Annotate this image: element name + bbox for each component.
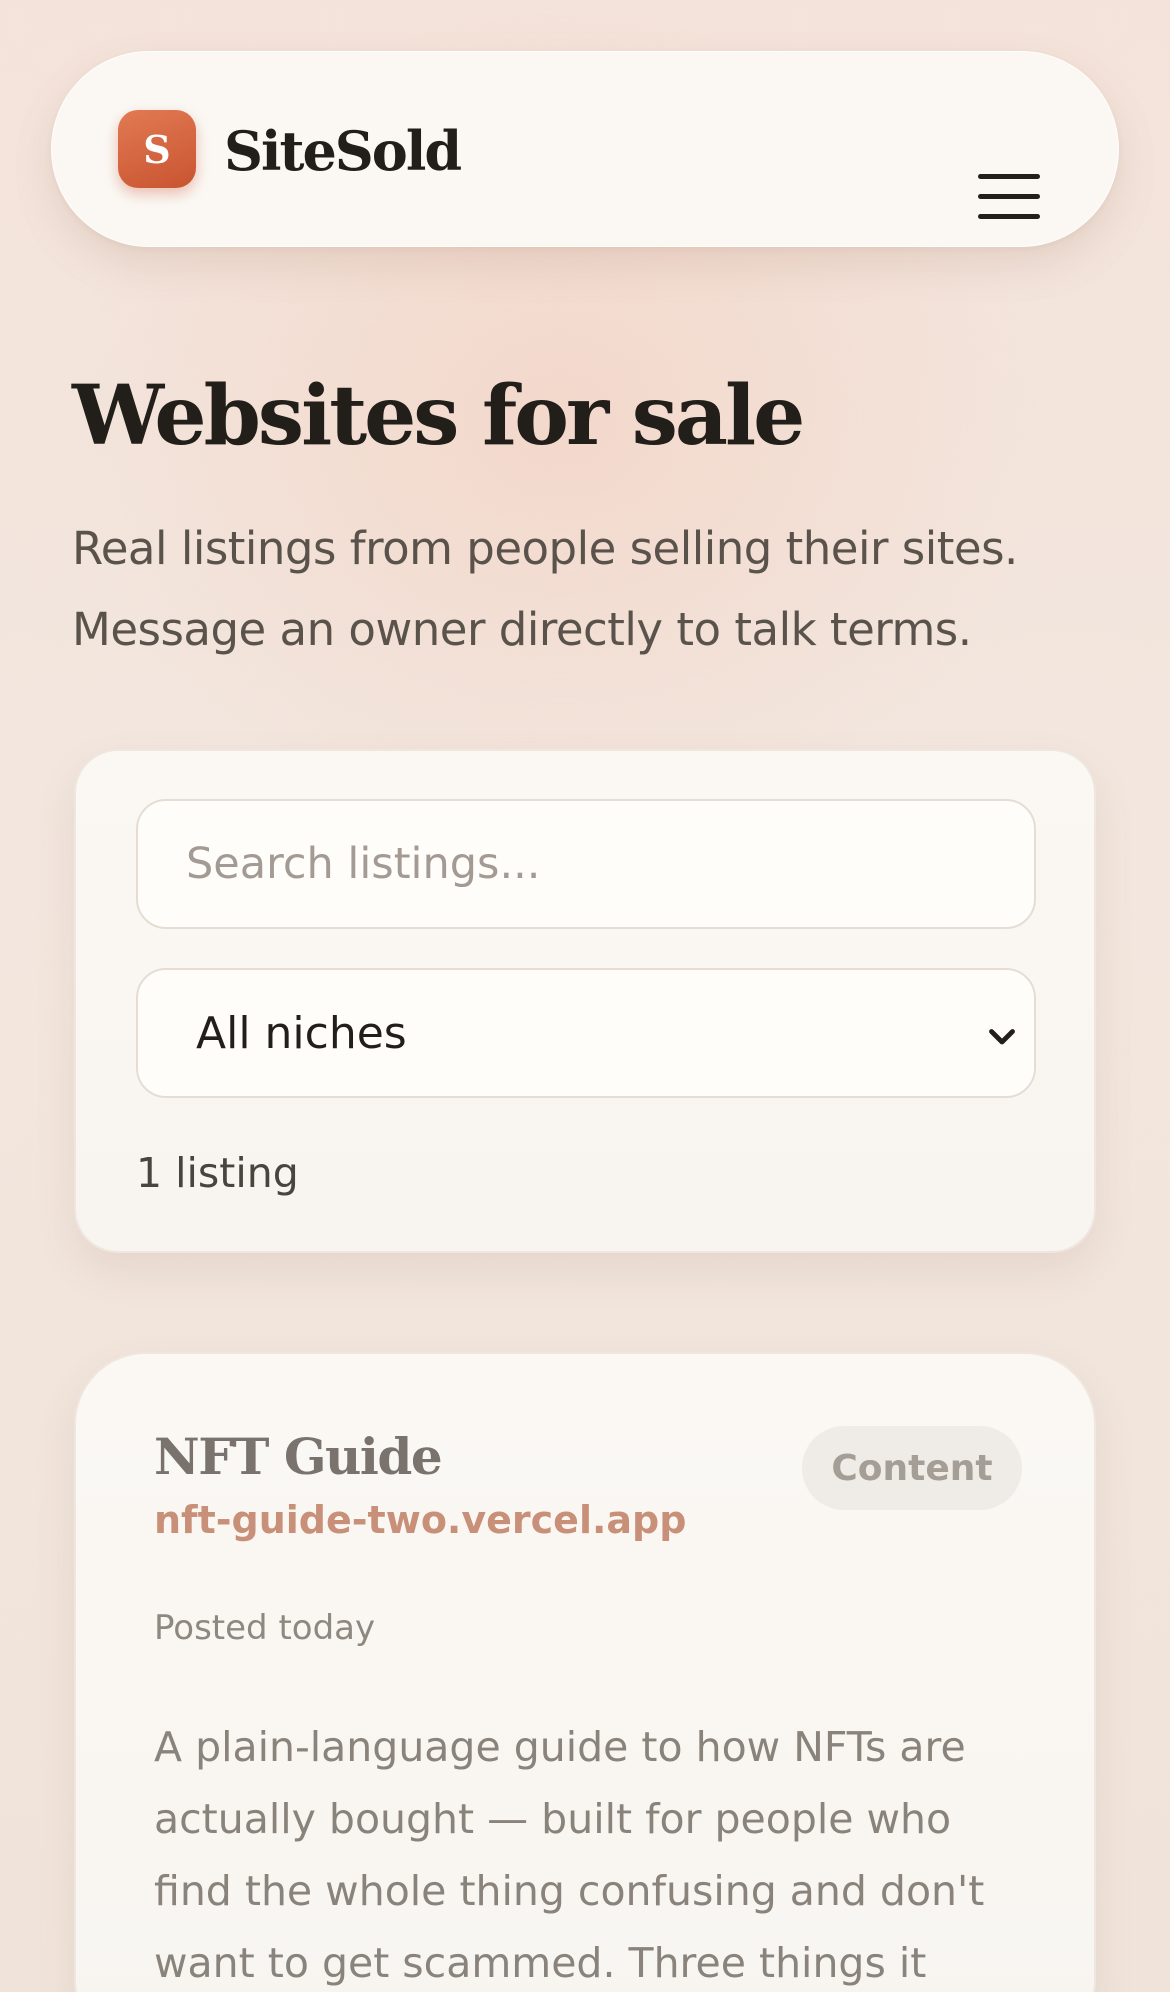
menu-bar xyxy=(978,214,1040,219)
menu-bar xyxy=(978,174,1040,179)
menu-bar xyxy=(978,194,1040,199)
filter-panel: All niches 1 listing xyxy=(74,749,1096,1253)
listing-url-link[interactable]: nft-guide-two.vercel.app xyxy=(154,1494,686,1546)
listing-description: A plain-language guide to how NFTs are a… xyxy=(154,1723,985,1987)
listing-count: 1 listing xyxy=(136,1149,299,1197)
search-input[interactable] xyxy=(136,799,1036,929)
niche-select[interactable]: All niches xyxy=(136,968,1036,1098)
brand-name[interactable]: SiteSold xyxy=(224,116,462,186)
site-header: S SiteSold xyxy=(51,51,1119,247)
page-subtitle: Real listings from people selling their … xyxy=(72,522,1018,656)
posted-date: Posted today xyxy=(154,1608,376,1648)
page-title: Websites for sale xyxy=(72,368,805,464)
chevron-down-icon xyxy=(989,1029,1015,1045)
listing-card[interactable]: NFT Guide nft-guide-two.vercel.app Conte… xyxy=(74,1352,1096,1992)
logo-icon[interactable]: S xyxy=(118,110,196,188)
listing-title[interactable]: NFT Guide xyxy=(154,1424,443,1490)
hamburger-menu-icon[interactable] xyxy=(978,170,1040,222)
niche-select-value: All niches xyxy=(196,1008,407,1059)
category-badge: Content xyxy=(802,1426,1022,1510)
